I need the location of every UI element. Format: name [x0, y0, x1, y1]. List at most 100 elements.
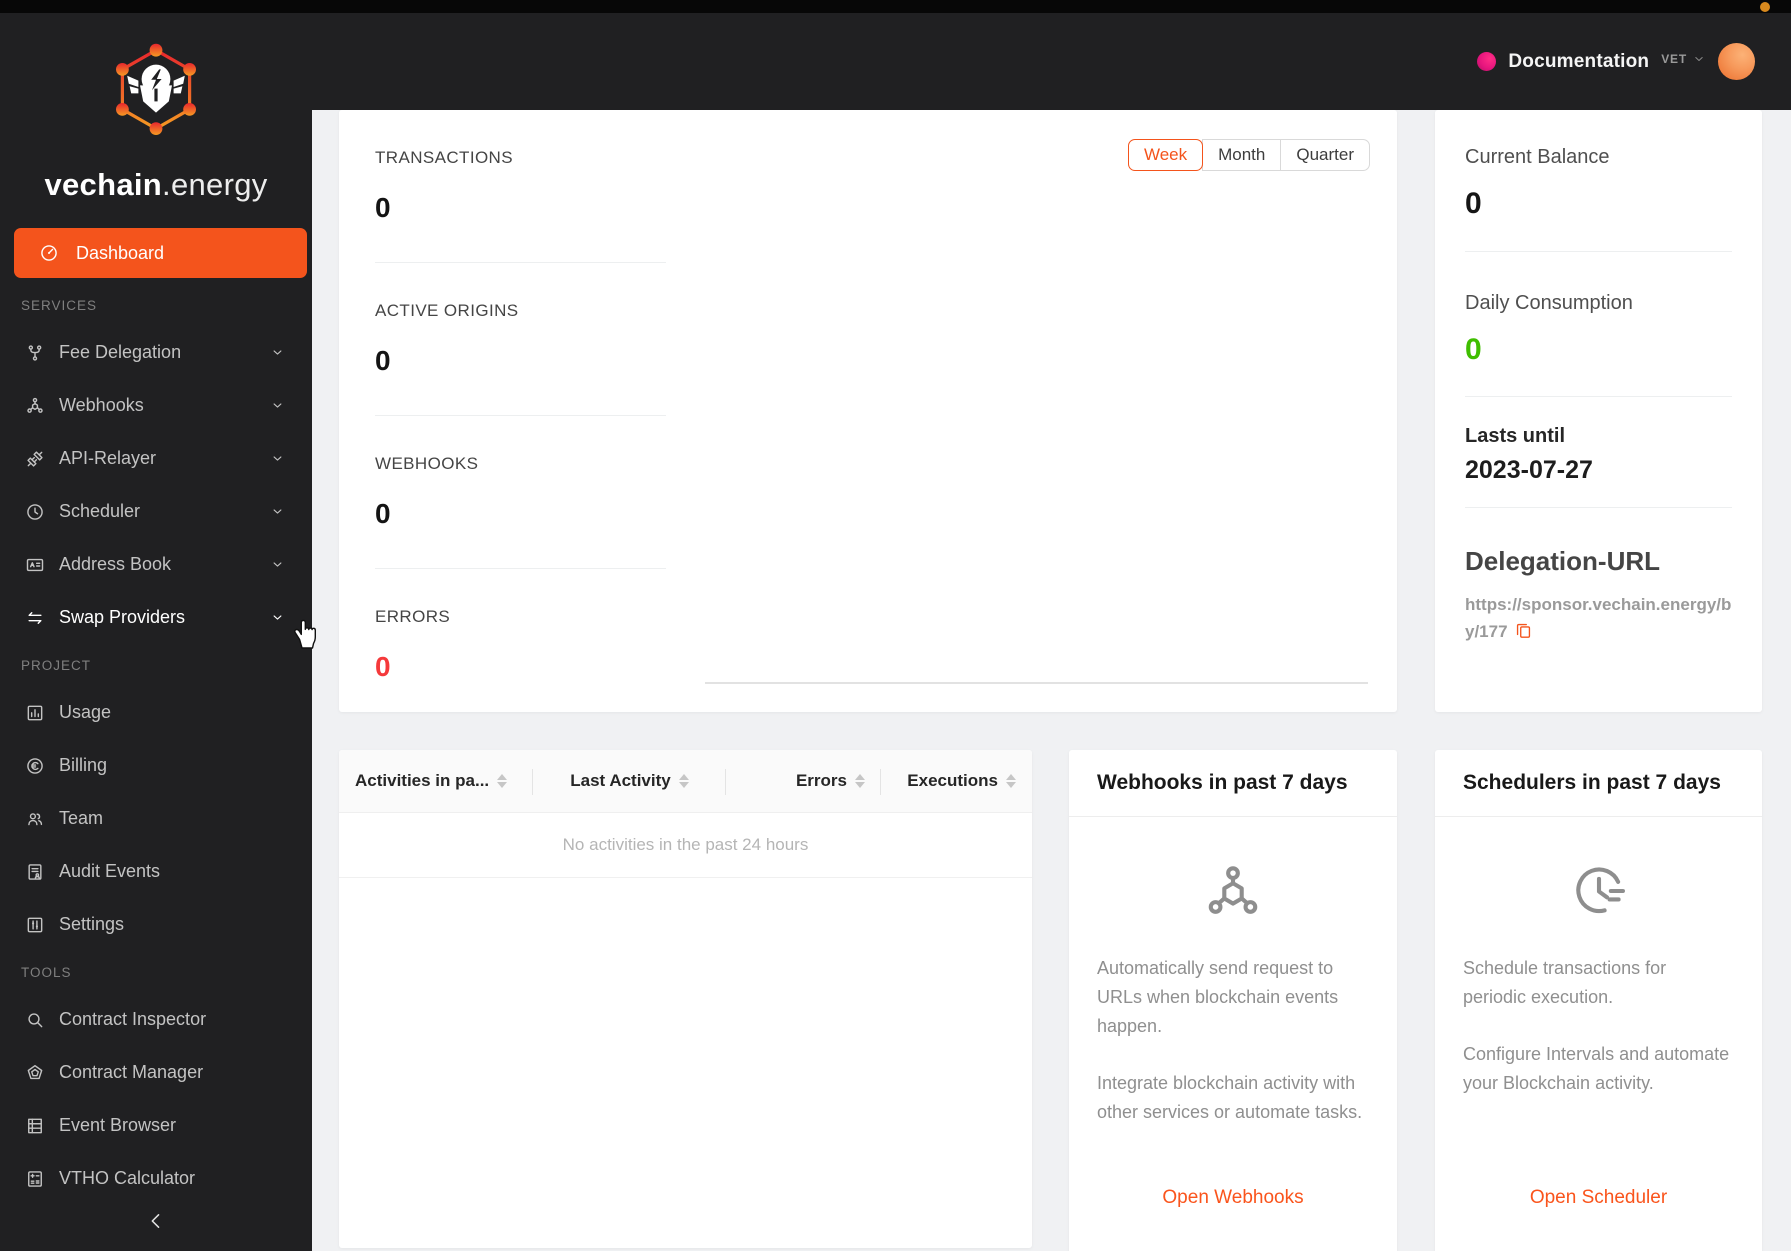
- copy-icon[interactable]: [1514, 621, 1533, 640]
- consumption-label: Daily Consumption: [1465, 292, 1633, 314]
- sidebar-item-swap-providers[interactable]: Swap Providers: [0, 591, 312, 644]
- network-selector-value: VET: [1661, 51, 1687, 66]
- sidebar: vechain.energy Dashboard SERVICES Fee De…: [0, 13, 312, 1251]
- brand-logo: vechain.energy: [0, 13, 312, 203]
- open-scheduler-link[interactable]: Open Scheduler: [1435, 1187, 1762, 1209]
- sidebar-item-contract-inspector[interactable]: Contract Inspector: [0, 993, 312, 1046]
- sidebar-item-label: Team: [59, 808, 104, 828]
- id-card-icon: [25, 555, 45, 575]
- overview-card: TRANSACTIONS 0 ACTIVE ORIGINS 0 WEBHOOKS…: [339, 110, 1397, 712]
- network-selector[interactable]: VET: [1661, 52, 1706, 66]
- sidebar-item-label: Usage: [59, 702, 112, 722]
- column-label: Errors: [795, 771, 847, 790]
- balance-value: 0: [1465, 187, 1482, 220]
- sort-carets-icon: [678, 774, 689, 788]
- paragraph: Schedule transactions for periodic execu…: [1463, 958, 1667, 1007]
- sort-carets-icon: [497, 774, 508, 788]
- section-title-project: PROJECT: [21, 657, 92, 673]
- period-selector: Week Month Quarter: [1127, 139, 1370, 171]
- sidebar-item-contract-manager[interactable]: Contract Manager: [0, 1046, 312, 1099]
- swap-arrows-icon: [25, 608, 45, 628]
- recording-indicator-dot: [1760, 2, 1770, 12]
- schedulers-info-card: Schedulers in past 7 days Schedule trans…: [1435, 750, 1762, 1251]
- lasts-until-section: Lasts until 2023-07-27: [1465, 397, 1732, 508]
- topbar-right-cluster: Documentation VET: [1477, 13, 1755, 110]
- column-header-executions[interactable]: Executions: [881, 750, 1032, 812]
- stats-column: TRANSACTIONS 0 ACTIVE ORIGINS 0 WEBHOOKS…: [375, 110, 666, 722]
- table-rows-icon: [25, 1116, 45, 1136]
- chevron-down-icon: [270, 504, 285, 519]
- period-option-quarter[interactable]: Quarter: [1280, 139, 1370, 171]
- documentation-link[interactable]: Documentation: [1508, 51, 1649, 73]
- table-empty-state: No activities in the past 24 hours: [339, 813, 1032, 878]
- stat-webhooks: WEBHOOKS 0: [375, 416, 666, 569]
- dashboard-gauge-icon: [39, 243, 59, 263]
- sidebar-item-label: Billing: [59, 755, 108, 775]
- chevron-down-icon: [270, 345, 285, 360]
- audit-document-icon: [25, 862, 45, 882]
- sidebar-item-settings[interactable]: Settings: [0, 898, 312, 951]
- sidebar-item-address-book[interactable]: Address Book: [0, 538, 312, 591]
- section-title-services: SERVICES: [21, 297, 98, 313]
- calculator-icon: [25, 1169, 45, 1189]
- stat-value: 0: [375, 192, 391, 223]
- period-option-month[interactable]: Month: [1202, 139, 1282, 171]
- stat-value: 0: [375, 651, 391, 682]
- stat-label: WEBHOOKS: [375, 454, 479, 473]
- sidebar-item-label: Event Browser: [59, 1115, 177, 1135]
- sidebar-item-label: Scheduler: [59, 501, 141, 521]
- chevron-down-icon: [270, 451, 285, 466]
- sidebar-item-audit-events[interactable]: Audit Events: [0, 845, 312, 898]
- delegation-url-value: https://sponsor.vechain.energy/by/177: [1465, 595, 1732, 641]
- sliders-icon: [25, 915, 45, 935]
- vechain-energy-logo-icon: [116, 43, 196, 135]
- daily-consumption-section: Daily Consumption 0: [1465, 252, 1732, 397]
- sidebar-item-label: API-Relayer: [59, 448, 157, 468]
- webhooks-info-card: Webhooks in past 7 days Automatically se…: [1069, 750, 1397, 1251]
- sidebar-item-label: Settings: [59, 914, 125, 934]
- euro-circle-icon: [25, 756, 45, 776]
- clock-history-icon: [1570, 862, 1628, 920]
- chevron-down-icon: [270, 610, 285, 625]
- sidebar-item-billing[interactable]: Billing: [0, 739, 312, 792]
- sidebar-item-dashboard[interactable]: Dashboard: [14, 228, 307, 278]
- sidebar-collapse-button[interactable]: [0, 1210, 312, 1237]
- sidebar-item-vtho-calculator[interactable]: VTHO Calculator: [0, 1152, 312, 1205]
- column-header-activities[interactable]: Activities in pa...: [339, 750, 533, 812]
- stat-value: 0: [375, 498, 391, 529]
- system-top-strip: [0, 0, 1791, 13]
- sidebar-item-webhooks[interactable]: Webhooks: [0, 379, 312, 432]
- sidebar-item-api-relayer[interactable]: API-Relayer: [0, 432, 312, 485]
- project-color-dot: [1477, 52, 1497, 71]
- sort-carets-icon: [855, 774, 865, 788]
- sidebar-item-label: Dashboard: [76, 242, 165, 263]
- delegation-url-section: Delegation-URL https://sponsor.vechain.e…: [1465, 508, 1732, 645]
- seal-icon: [25, 1063, 45, 1083]
- user-avatar[interactable]: [1718, 43, 1755, 80]
- chevron-down-icon: [270, 557, 285, 572]
- sidebar-item-team[interactable]: Team: [0, 792, 312, 845]
- sidebar-item-label: Swap Providers: [59, 607, 186, 627]
- sort-carets-icon: [1006, 774, 1016, 788]
- fork-icon: [25, 343, 45, 363]
- sidebar-item-usage[interactable]: Usage: [0, 686, 312, 739]
- sidebar-item-scheduler[interactable]: Scheduler: [0, 485, 312, 538]
- stat-errors: ERRORS 0: [375, 569, 666, 722]
- paragraph: Integrate blockchain activity with other…: [1097, 1073, 1363, 1122]
- webhooks-card-title: Webhooks in past 7 days: [1069, 750, 1397, 817]
- sidebar-item-fee-delegation[interactable]: Fee Delegation: [0, 326, 312, 379]
- chevron-down-icon: [1692, 52, 1706, 66]
- open-webhooks-link[interactable]: Open Webhooks: [1069, 1187, 1397, 1209]
- chevron-left-icon: [145, 1210, 167, 1232]
- brand-name: vechain.energy: [44, 167, 268, 202]
- column-header-last-activity[interactable]: Last Activity: [533, 750, 726, 812]
- column-header-errors[interactable]: Errors: [726, 750, 881, 812]
- sidebar-item-label: Audit Events: [59, 861, 161, 881]
- search-icon: [25, 1010, 45, 1030]
- period-option-week[interactable]: Week: [1127, 139, 1204, 171]
- lasts-until-label: Lasts until: [1465, 425, 1566, 447]
- stat-value: 0: [375, 345, 391, 376]
- sidebar-item-event-browser[interactable]: Event Browser: [0, 1099, 312, 1152]
- stat-transactions: TRANSACTIONS 0: [375, 110, 666, 263]
- column-label: Activities in pa...: [355, 771, 490, 790]
